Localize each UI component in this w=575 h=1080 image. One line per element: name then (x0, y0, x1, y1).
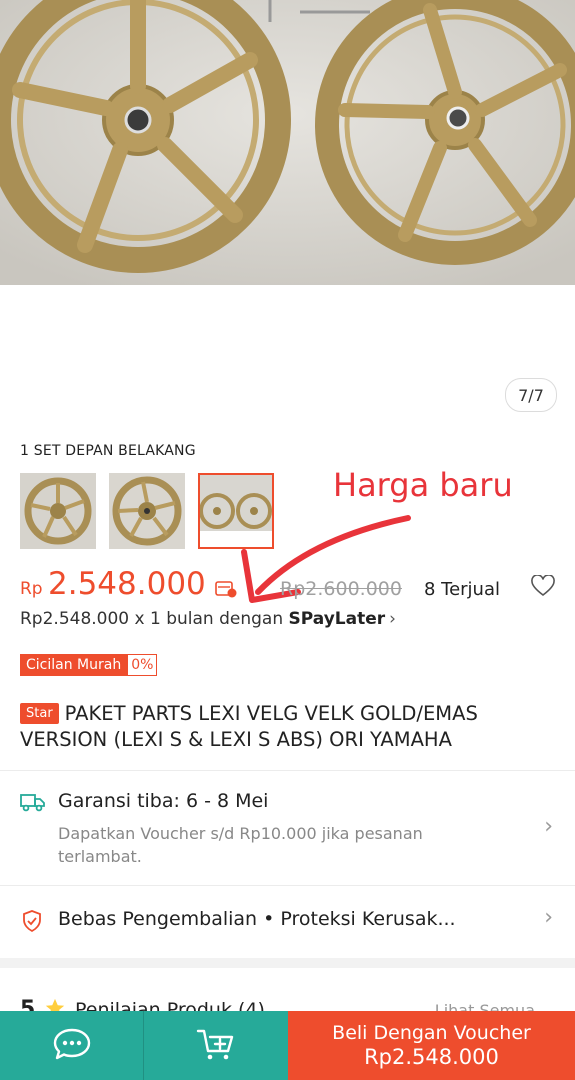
return-protection-text: Bebas Pengembalian • Proteksi Kerusak... (58, 908, 456, 930)
divider (0, 770, 575, 771)
variant-thumbnails (20, 473, 274, 549)
shipping-guarantee-row[interactable]: Garansi tiba: 6 - 8 Mei Dapatkan Voucher… (0, 772, 575, 884)
product-photo (0, 0, 575, 285)
price-row: Rp 2.548.000 Rp2.600.000 8 Terjual (20, 566, 555, 606)
price-value: 2.548.000 (48, 566, 206, 602)
spaylater-link[interactable]: Rp2.548.000 x 1 bulan dengan SPayLater › (20, 609, 396, 629)
chevron-right-icon: › (544, 905, 553, 930)
add-to-cart-button[interactable] (144, 1011, 288, 1080)
installment-label: Cicilan Murah (20, 654, 128, 676)
chat-button[interactable] (0, 1011, 144, 1080)
variant-label: 1 SET DEPAN BELAKANG (20, 443, 196, 459)
truck-icon (20, 792, 46, 816)
price-original: Rp2.600.000 (280, 578, 402, 600)
section-divider (0, 958, 575, 968)
return-protection-row[interactable]: Bebas Pengembalian • Proteksi Kerusak...… (0, 886, 575, 956)
chevron-right-icon: › (544, 814, 553, 839)
sold-count: 8 Terjual (423, 579, 500, 600)
installment-rate: 0% (127, 654, 158, 676)
add-to-cart-icon (196, 1027, 236, 1065)
product-title-text: PAKET PARTS LEXI VELG VELK GOLD/EMAS VER… (20, 702, 478, 751)
star-seller-tag: Star (20, 703, 59, 724)
image-counter: 7/7 (505, 378, 557, 412)
buy-button-price: Rp2.548.000 (364, 1045, 499, 1069)
annotation-text: Harga baru (333, 466, 513, 504)
bottom-action-bar: Beli Dengan Voucher Rp2.548.000 (0, 1011, 575, 1080)
product-title: Star PAKET PARTS LEXI VELG VELK GOLD/EMAS… (20, 701, 540, 753)
product-image-carousel[interactable]: 7/7 (0, 0, 575, 420)
variant-thumbnail-selected[interactable] (198, 473, 274, 549)
price-currency: Rp (20, 579, 43, 599)
heart-icon[interactable] (531, 574, 555, 601)
installment-badge: Cicilan Murah 0% (20, 654, 158, 676)
chat-icon (52, 1027, 92, 1065)
shipping-subtitle: Dapatkan Voucher s/d Rp10.000 jika pesan… (58, 824, 423, 866)
spaylater-text: Rp2.548.000 x 1 bulan dengan (20, 609, 289, 629)
shipping-title: Garansi tiba: 6 - 8 Mei (58, 790, 269, 812)
chevron-right-icon: › (389, 609, 396, 629)
paylater-icon (215, 580, 237, 602)
variant-thumbnail[interactable] (109, 473, 185, 549)
spaylater-brand: SPayLater (288, 609, 386, 629)
shield-icon (22, 910, 42, 936)
buy-with-voucher-button[interactable]: Beli Dengan Voucher Rp2.548.000 (288, 1011, 575, 1080)
buy-button-label: Beli Dengan Voucher (332, 1022, 531, 1044)
variant-thumbnail[interactable] (20, 473, 96, 549)
